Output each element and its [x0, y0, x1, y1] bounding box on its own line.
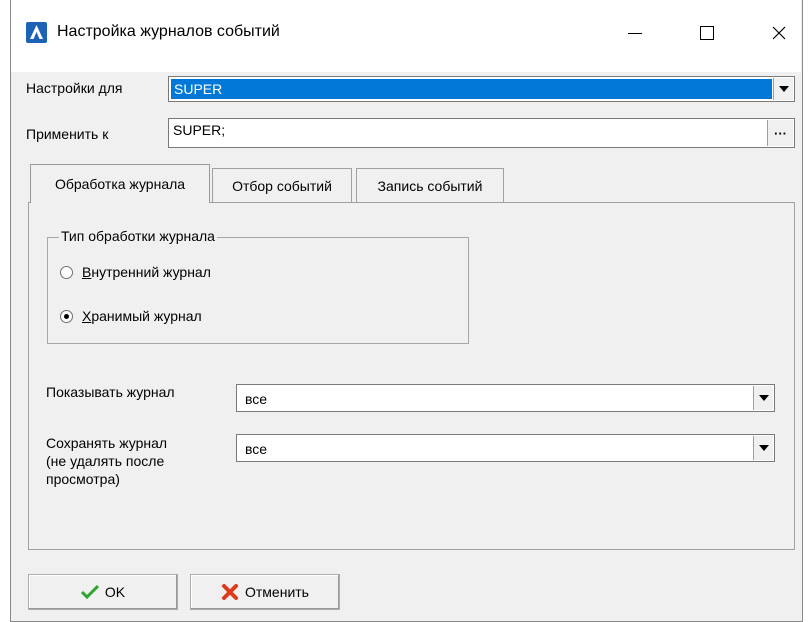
apply-to-label: Применить к: [26, 126, 109, 142]
save-log-label: Сохранять журнал (не удалять после просм…: [46, 435, 168, 487]
radio-internal-log-label: Внутренний журнал: [82, 264, 211, 280]
maximize-button[interactable]: [684, 14, 730, 52]
cross-icon: [222, 584, 238, 600]
apply-to-value: SUPER;: [173, 122, 226, 138]
processing-type-title: Тип обработки журнала: [59, 228, 217, 244]
maximize-icon: [700, 26, 714, 40]
radio-stored-log-label: Хранимый журнал: [82, 308, 202, 324]
window-title: Настройка журналов событий: [57, 23, 280, 40]
show-log-label: Показывать журнал: [46, 384, 175, 400]
cancel-label: Отменить: [245, 584, 309, 600]
ok-button[interactable]: OK: [28, 574, 178, 610]
tab-event-filter[interactable]: Отбор событий: [212, 168, 352, 202]
processing-type-group: [47, 237, 469, 344]
save-log-combo[interactable]: все: [236, 434, 775, 462]
tab-log-processing[interactable]: Обработка журнала: [30, 164, 210, 203]
apply-to-field[interactable]: SUPER; ···: [168, 118, 795, 148]
checkmark-icon: [80, 585, 99, 599]
save-log-dropdown-button[interactable]: [753, 436, 773, 460]
close-button[interactable]: [756, 14, 802, 52]
radio-internal-log-indicator[interactable]: [60, 265, 73, 279]
settings-for-combo[interactable]: SUPER: [168, 76, 795, 102]
show-log-dropdown-button[interactable]: [753, 386, 773, 410]
settings-for-label: Настройки для: [26, 80, 123, 96]
radio-stored-log-indicator[interactable]: [60, 309, 73, 323]
ellipsis-button[interactable]: ···: [767, 120, 793, 146]
settings-for-value: SUPER: [171, 79, 772, 99]
radio-internal-log[interactable]: Внутренний журнал: [60, 264, 211, 280]
app-logo-icon: [26, 22, 47, 43]
chevron-down-icon: [758, 395, 769, 401]
cancel-button[interactable]: Отменить: [190, 574, 340, 610]
radio-stored-log[interactable]: Хранимый журнал: [60, 308, 202, 324]
minimize-button[interactable]: [612, 14, 658, 52]
minimize-icon: [628, 32, 642, 34]
chevron-down-icon: [778, 86, 789, 92]
show-log-combo[interactable]: все: [236, 384, 775, 412]
tab-event-recording[interactable]: Запись событий: [356, 168, 504, 202]
show-log-value: все: [245, 391, 268, 407]
save-log-value: все: [245, 441, 268, 457]
close-icon: [772, 26, 786, 40]
chevron-down-icon: [758, 445, 769, 451]
settings-for-dropdown-button[interactable]: [773, 78, 793, 100]
ok-label: OK: [104, 584, 126, 600]
